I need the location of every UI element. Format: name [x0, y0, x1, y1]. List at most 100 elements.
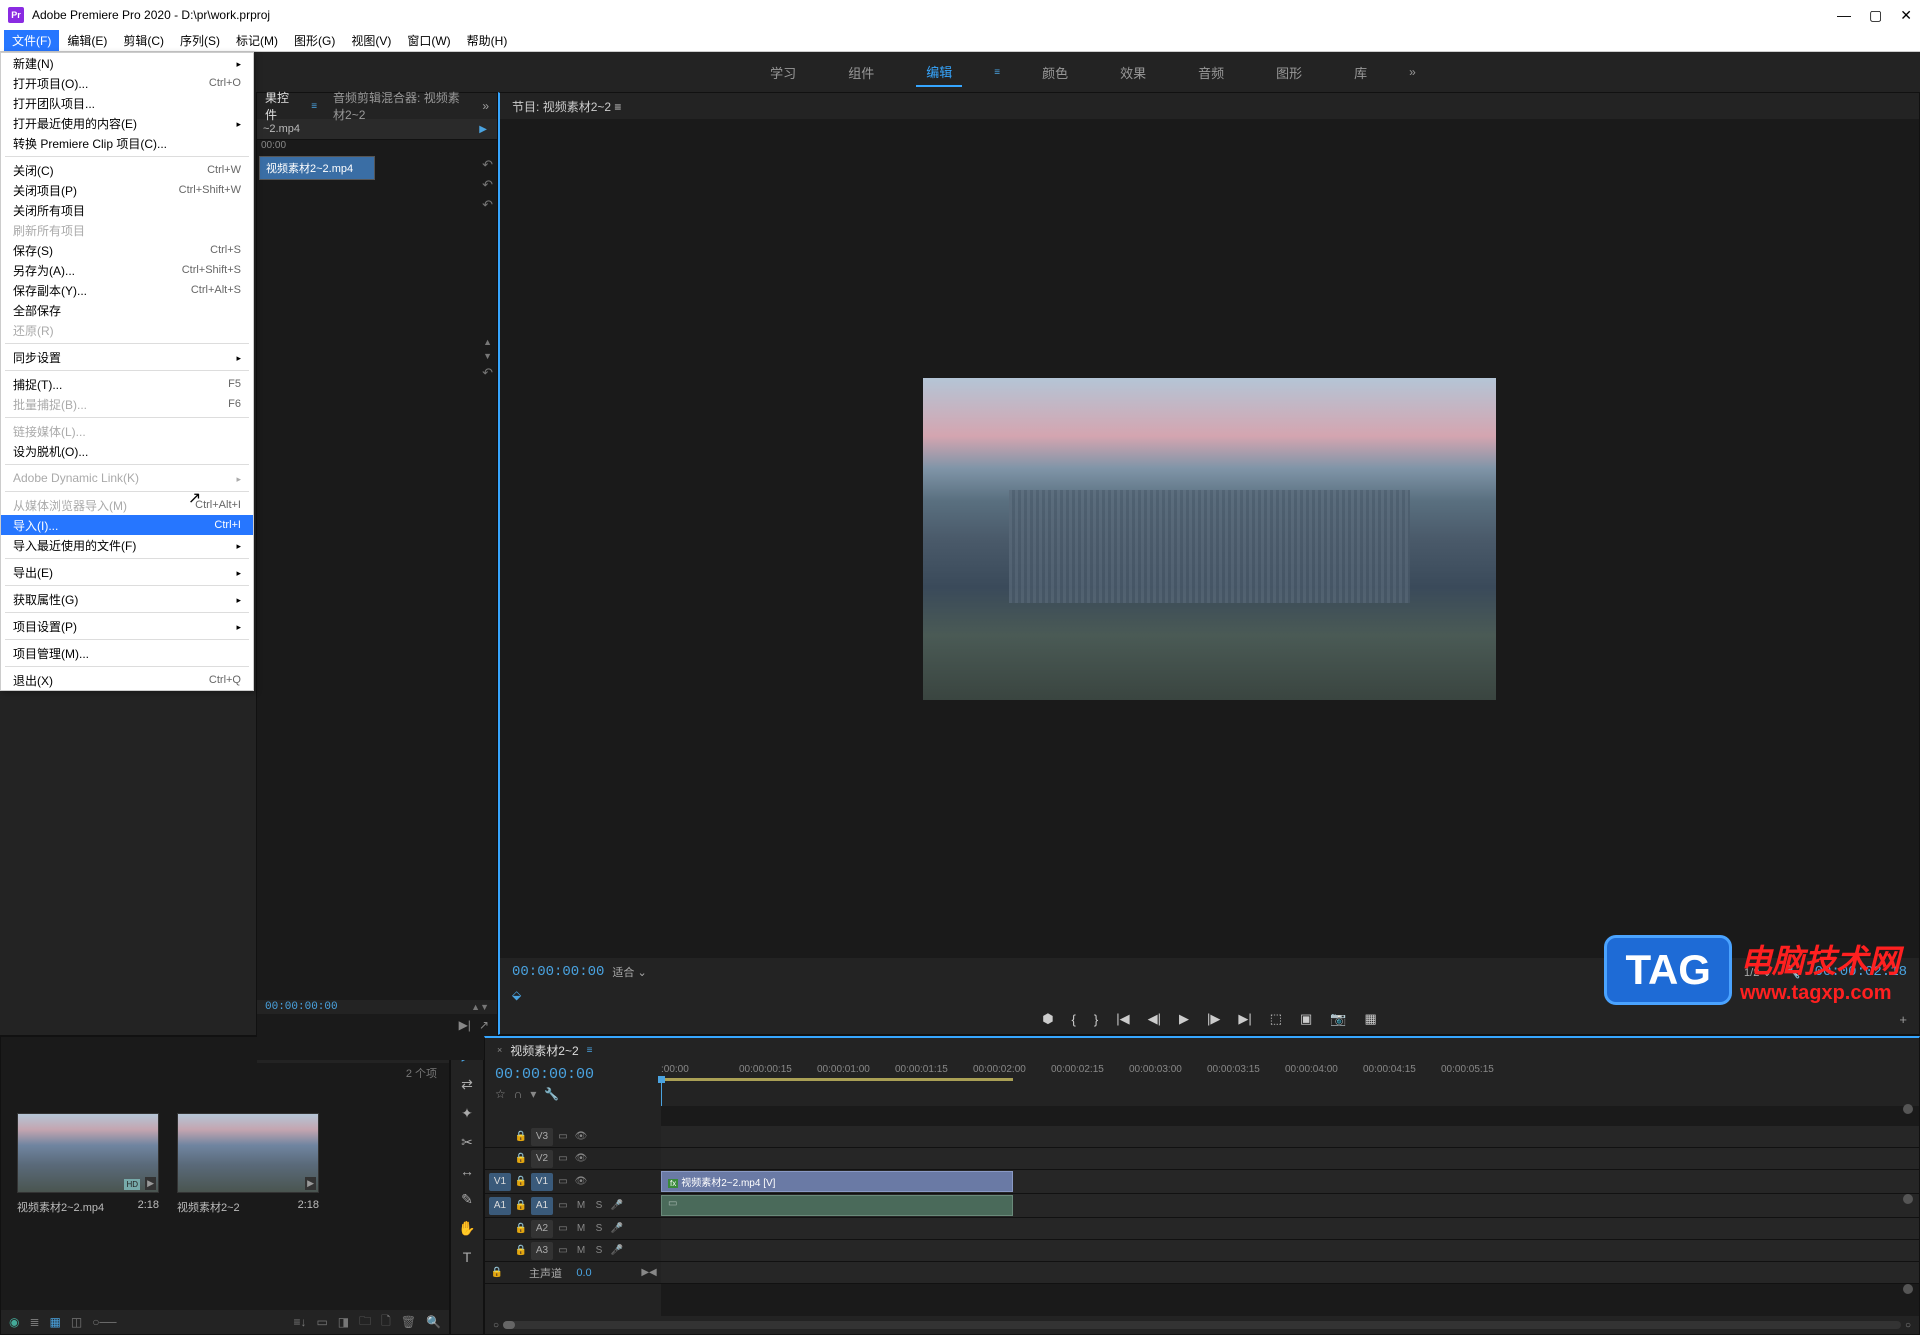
menu-item[interactable]: 保存副本(Y)...Ctrl+Alt+S	[1, 280, 253, 300]
menu-item[interactable]: 导出(E)	[1, 562, 253, 582]
razor-tool-icon[interactable]: ✂	[461, 1134, 473, 1151]
ws-menu-icon[interactable]: ≡	[994, 67, 1000, 78]
lock-icon[interactable]: 🔒	[513, 1245, 529, 1256]
mark-in-icon[interactable]: {	[1072, 1012, 1076, 1027]
menu-item[interactable]: 退出(X)Ctrl+Q	[1, 670, 253, 690]
close-tab-icon[interactable]: ×	[497, 1045, 502, 1055]
tab-effect-controls[interactable]: 果控件	[265, 89, 295, 123]
timeline-ruler[interactable]: :00:0000:00:00:1500:00:01:0000:00:01:150…	[661, 1062, 1919, 1106]
menu-item[interactable]: 关闭项目(P)Ctrl+Shift+W	[1, 180, 253, 200]
settings-icon[interactable]: 🔧	[544, 1087, 559, 1101]
automate-icon[interactable]: ▭	[316, 1315, 327, 1329]
video-clip[interactable]: fx视频素材2~2.mp4 [V]	[661, 1171, 1013, 1192]
step-forward-icon[interactable]: |▶	[1207, 1011, 1220, 1027]
close-button[interactable]: ✕	[1900, 7, 1912, 24]
sequence-name[interactable]: 视频素材2~2	[510, 1042, 578, 1059]
find-icon[interactable]: ◨	[338, 1315, 349, 1329]
lane-v2[interactable]	[661, 1148, 1919, 1170]
ws-editing[interactable]: 编辑	[916, 58, 962, 87]
menu-item[interactable]: 全部保存	[1, 300, 253, 320]
undo-icon[interactable]: ↶	[482, 197, 493, 213]
menu-edit[interactable]: 编辑(E)	[59, 30, 115, 51]
ripple-tool-icon[interactable]: ✦	[461, 1105, 473, 1122]
scroll-arrows[interactable]: ▲▼	[471, 1002, 489, 1012]
tab-audio-mixer[interactable]: 音频剪辑混合器: 视频素材2~2	[333, 89, 466, 123]
lock-icon[interactable]: 🔒	[513, 1176, 529, 1187]
toggle-icon[interactable]: ▭	[555, 1131, 571, 1142]
export-frame-icon[interactable]: 📷	[1330, 1011, 1346, 1027]
marker-dot[interactable]	[1903, 1194, 1913, 1204]
zoom-slider[interactable]: ○──	[92, 1315, 116, 1329]
track-master-header[interactable]: 🔒主声道0.0▶◀	[485, 1262, 661, 1284]
mic-icon[interactable]: 🎤	[609, 1223, 625, 1234]
track-v2-header[interactable]: 🔒V2▭👁	[485, 1148, 661, 1170]
menu-item[interactable]: 设为脱机(O)...	[1, 441, 253, 461]
sort-icon[interactable]: ≡↓	[293, 1315, 306, 1329]
toggle-icon[interactable]: ▭	[555, 1153, 571, 1164]
project-item[interactable]: ▶ 视频素材2~22:18	[177, 1113, 319, 1215]
menu-help[interactable]: 帮助(H)	[459, 30, 516, 51]
menu-markers[interactable]: 标记(M)	[228, 30, 286, 51]
button-editor-icon[interactable]: +	[1899, 1012, 1907, 1027]
playhead-icon[interactable]: ⬙	[512, 988, 521, 1002]
eye-icon[interactable]: 👁	[573, 1176, 589, 1187]
mic-icon[interactable]: 🎤	[609, 1245, 625, 1256]
menu-item[interactable]: 保存(S)Ctrl+S	[1, 240, 253, 260]
menu-window[interactable]: 窗口(W)	[399, 30, 458, 51]
lane-v1[interactable]: fx视频素材2~2.mp4 [V]	[661, 1170, 1919, 1194]
mark-out-icon[interactable]: }	[1094, 1012, 1098, 1027]
toggle-icon[interactable]: ▭	[555, 1245, 571, 1256]
toggle-icon[interactable]: ▭	[555, 1200, 571, 1211]
lock-icon[interactable]: 🔒	[513, 1131, 529, 1142]
menu-item[interactable]: 新建(N)	[1, 53, 253, 73]
menu-item[interactable]: 导入最近使用的文件(F)	[1, 535, 253, 555]
track-a2-header[interactable]: 🔒A2▭MS🎤	[485, 1218, 661, 1240]
timeline-timecode[interactable]: 00:00:00:00	[495, 1066, 651, 1083]
expand-icon[interactable]: ▶◀	[641, 1267, 657, 1278]
minimize-button[interactable]: —	[1837, 7, 1851, 24]
audio-clip[interactable]: ▭	[661, 1195, 1013, 1216]
tab-menu-icon[interactable]: ≡	[587, 1045, 593, 1056]
ws-audio[interactable]: 音频	[1188, 59, 1234, 86]
go-in-icon[interactable]: |◀	[1116, 1011, 1129, 1027]
type-tool-icon[interactable]: T	[463, 1249, 472, 1265]
ws-graphics[interactable]: 图形	[1266, 59, 1312, 86]
project-item[interactable]: HD▶ 视频素材2~2.mp42:18	[17, 1113, 159, 1215]
menu-item[interactable]: 打开项目(O)...Ctrl+O	[1, 73, 253, 93]
lock-icon[interactable]: 🔒	[489, 1267, 505, 1278]
program-tc-left[interactable]: 00:00:00:00	[512, 964, 604, 980]
icon-view-icon[interactable]: ▦	[50, 1315, 61, 1329]
lane-a1[interactable]: ▭	[661, 1194, 1919, 1218]
mic-icon[interactable]: 🎤	[609, 1200, 625, 1211]
lane-a3[interactable]	[661, 1240, 1919, 1262]
menu-item[interactable]: 捕捉(T)...F5	[1, 374, 253, 394]
write-enable-icon[interactable]: ◉	[9, 1315, 19, 1329]
undo-icon[interactable]: ↶	[482, 157, 493, 173]
new-bin-icon[interactable]: 🗀	[359, 1312, 371, 1333]
link-icon[interactable]: ∩	[514, 1087, 523, 1101]
search-icon[interactable]: 🔍	[426, 1315, 441, 1329]
lane-master[interactable]	[661, 1262, 1919, 1284]
new-item-icon[interactable]: 🗋	[381, 1312, 391, 1333]
snap-icon[interactable]: ☆	[495, 1087, 506, 1101]
marker-dot[interactable]	[1903, 1104, 1913, 1114]
track-v1-header[interactable]: V1🔒V1▭👁	[485, 1170, 661, 1194]
menu-item[interactable]: 项目设置(P)	[1, 616, 253, 636]
project-bins[interactable]: HD▶ 视频素材2~2.mp42:18 ▶ 视频素材2~22:18	[1, 1083, 449, 1310]
menu-clip[interactable]: 剪辑(C)	[115, 30, 172, 51]
ws-effects[interactable]: 效果	[1110, 59, 1156, 86]
play-icon[interactable]: ▶|	[459, 1018, 471, 1032]
lane-v3[interactable]	[661, 1126, 1919, 1148]
lift-icon[interactable]: ⬚	[1270, 1011, 1282, 1027]
undo-icon[interactable]: ↶	[482, 177, 493, 193]
ws-assembly[interactable]: 组件	[838, 59, 884, 86]
program-viewer[interactable]	[500, 119, 1919, 958]
extract-icon[interactable]: ▣	[1300, 1011, 1312, 1027]
add-marker-icon[interactable]: ⬢	[1042, 1011, 1053, 1027]
eye-icon[interactable]: 👁	[573, 1131, 589, 1142]
track-v3-header[interactable]: 🔒V3▭👁	[485, 1126, 661, 1148]
menu-view[interactable]: 视图(V)	[343, 30, 399, 51]
lock-icon[interactable]: 🔒	[513, 1223, 529, 1234]
track-a1-header[interactable]: A1🔒A1▭MS🎤	[485, 1194, 661, 1218]
collapse-down-icon[interactable]: ▼	[483, 351, 492, 361]
